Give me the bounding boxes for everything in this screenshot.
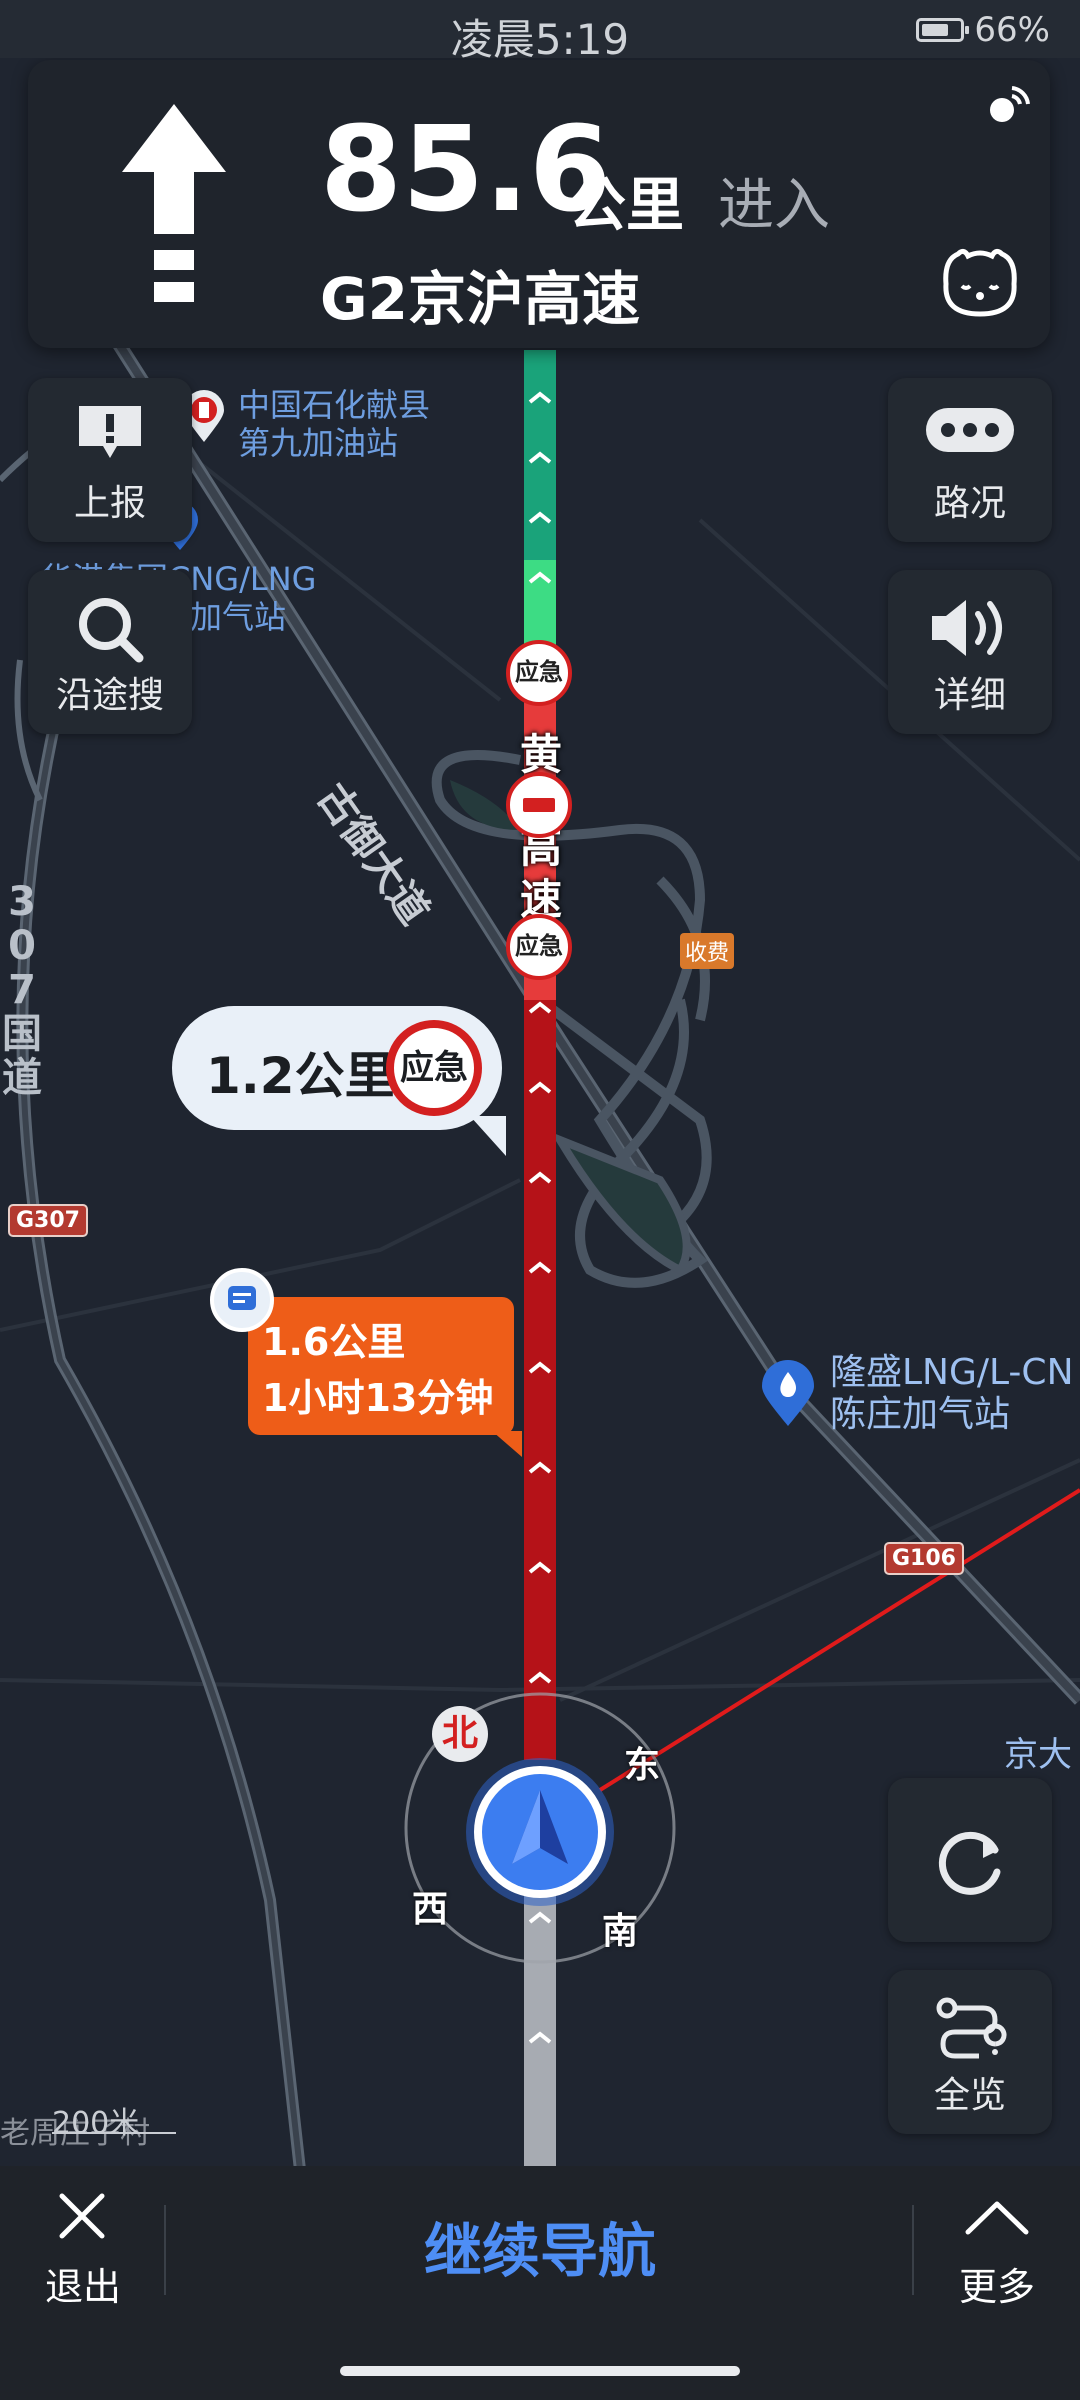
compass-west: 西 [412,1889,449,1930]
report-icon [79,406,141,458]
traffic-label: 路况 [933,483,1006,524]
shield-g106: G106 [884,1542,964,1575]
congestion-distance: 1.6公里 [262,1320,406,1364]
road-307-label: 3 0 7 国 道 [2,880,42,1100]
poi-longsheng-line1: 隆盛LNG/L-CN [830,1352,1074,1393]
scale-label: 200米 [52,2106,140,2141]
detail-voice-button[interactable]: 详细 [888,570,1052,734]
divider [912,2205,914,2295]
emergency-distance-bubble[interactable]: 1.2公里 应急 [172,1006,506,1156]
search-icon [79,598,144,663]
refresh-route-button[interactable] [888,1778,1052,1942]
battery-indicator: 66% [916,10,1050,50]
refresh-icon [938,1831,1001,1895]
traffic-button[interactable]: 路况 [888,378,1052,542]
bubble-tail [470,1116,506,1156]
gas-station-pin-icon[interactable] [758,1358,818,1428]
battery-icon [916,18,970,42]
next-road-name: G2京沪高速 [320,265,640,333]
road-307-char: 0 [8,923,36,969]
report-button[interactable]: 上报 [28,378,192,542]
route-overview-icon [936,1997,1007,2059]
road-307-char: 7 [8,967,36,1013]
poi-longsheng-line2: 陈庄加气站 [830,1394,1011,1435]
emergency-marker[interactable]: 应急 [506,640,572,706]
emergency-badge: 应急 [386,1020,482,1116]
message-icon[interactable] [210,1268,274,1332]
compass-east: 东 [624,1745,661,1786]
detail-label: 详细 [933,675,1006,716]
scale-bar [52,2132,176,2134]
close-icon [59,2193,105,2239]
no-entry-icon[interactable] [506,772,572,838]
home-indicator[interactable] [340,2366,740,2376]
shield-g307: G307 [8,1204,88,1237]
along-search-label: 沿途搜 [55,675,164,716]
emergency-marker-2[interactable]: 应急 [506,914,572,980]
poi-sinopec-label[interactable]: 中国石化献县 第九加油站 [238,386,430,462]
more-label: 更多 [958,2265,1035,2309]
road-307-char: 道 [2,1055,42,1101]
speaker-icon [932,600,1002,656]
signal-icon[interactable] [984,80,1034,130]
chevron-up-icon [965,2201,1029,2235]
action-label: 进入 [718,173,830,238]
along-search-button[interactable]: 沿途搜 [28,570,192,734]
road-307-char: 3 [8,879,36,925]
congestion-bubble[interactable]: 1.6公里 1小时13分钟 [248,1297,522,1457]
poi-sinopec-line2: 第九加油站 [238,424,399,462]
continue-navigation-button[interactable]: 继续导航 [360,2206,720,2296]
straight-arrow-icon [122,104,226,302]
emergency-distance: 1.2公里 [206,1047,395,1105]
divider [164,2205,166,2295]
report-label: 上报 [73,483,146,524]
overview-label: 全览 [933,2075,1006,2116]
overview-button[interactable]: 全览 [888,1970,1052,2134]
poi-jingda-label: 京大 [1004,1735,1072,1775]
mascot-icon[interactable] [938,244,1022,320]
toll-badge: 收费 [680,933,735,969]
exit-label: 退出 [44,2265,121,2309]
more-button[interactable]: 更多 [944,2186,1050,2309]
road-307-char: 国 [2,1011,42,1057]
distance-unit: 公里 [568,171,685,239]
battery-percent: 66% [974,10,1050,50]
congestion-time: 1小时13分钟 [262,1376,494,1420]
poi-longsheng-label[interactable]: 隆盛LNG/L-CN 陈庄加气站 [830,1352,1074,1436]
exit-button[interactable]: 退出 [30,2186,136,2309]
traffic-icon [926,408,1014,452]
car-location-icon[interactable] [460,1752,620,1912]
poi-sinopec-line1: 中国石化献县 [238,386,431,424]
bubble-tail [492,1431,522,1457]
